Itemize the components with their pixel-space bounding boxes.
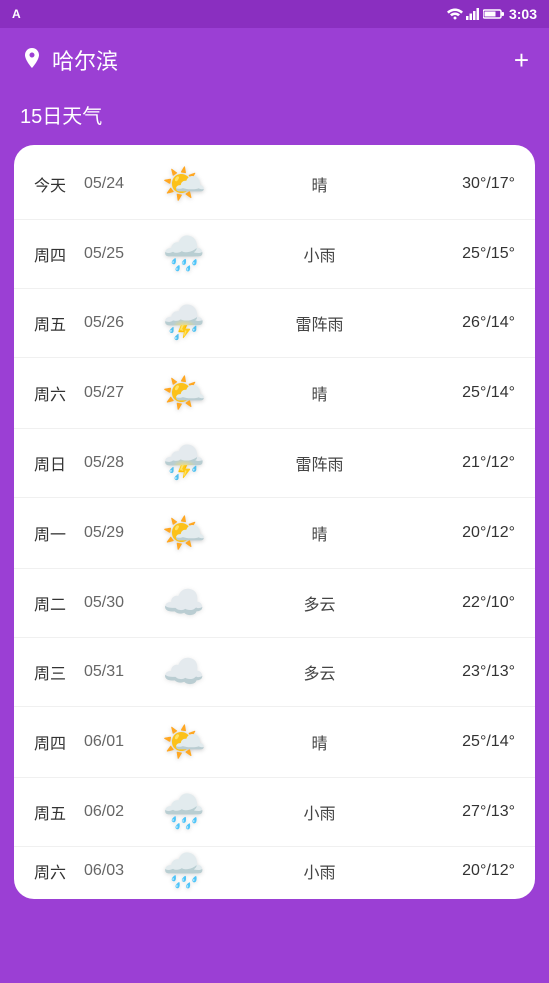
row-day: 周四: [34, 730, 84, 754]
row-weather-icon: 🌤️: [154, 721, 214, 763]
row-date: 05/27: [84, 384, 154, 402]
row-day: 周四: [34, 242, 84, 266]
row-day: 周三: [34, 660, 84, 684]
row-date: 06/03: [84, 862, 154, 880]
row-day: 周二: [34, 591, 84, 615]
row-weather-icon: 🌤️: [154, 512, 214, 554]
row-day: 周日: [34, 451, 84, 475]
row-weather-icon: ⛈️: [154, 443, 214, 483]
row-date: 06/01: [84, 733, 154, 751]
weather-row[interactable]: 周一 05/29 🌤️ 晴 20°/12°: [14, 498, 535, 569]
row-date: 05/28: [84, 454, 154, 472]
row-date: 05/29: [84, 524, 154, 542]
header: 哈尔滨 +: [0, 28, 549, 92]
weather-row[interactable]: 周六 06/03 🌧️ 小雨 20°/12°: [14, 847, 535, 895]
row-temperature: 25°/14°: [425, 733, 515, 751]
location-pin-icon: [20, 48, 44, 72]
row-temperature: 22°/10°: [425, 594, 515, 612]
row-date: 05/31: [84, 663, 154, 681]
row-temperature: 23°/13°: [425, 663, 515, 681]
row-date: 06/02: [84, 803, 154, 821]
row-description: 小雨: [214, 800, 425, 824]
location-display: 哈尔滨: [20, 44, 118, 76]
row-description: 多云: [214, 660, 425, 684]
weather-row[interactable]: 今天 05/24 🌤️ 晴 30°/17°: [14, 149, 535, 220]
row-day: 周六: [34, 859, 84, 883]
row-day: 周五: [34, 311, 84, 335]
row-description: 小雨: [214, 242, 425, 266]
section-title: 15日天气: [0, 92, 549, 145]
row-description: 晴: [214, 730, 425, 754]
battery-icon: [483, 8, 505, 20]
weather-row[interactable]: 周五 05/26 ⛈️ 雷阵雨 26°/14°: [14, 289, 535, 358]
pin-icon: [22, 48, 42, 72]
row-weather-icon: ☁️: [154, 583, 214, 623]
row-description: 晴: [214, 521, 425, 545]
row-day: 周一: [34, 521, 84, 545]
signal-icon: [466, 8, 480, 20]
weather-row[interactable]: 周日 05/28 ⛈️ 雷阵雨 21°/12°: [14, 429, 535, 498]
status-app-label: A: [12, 7, 21, 21]
row-weather-icon: 🌤️: [154, 372, 214, 414]
status-time: 3:03: [509, 6, 537, 22]
row-temperature: 25°/14°: [425, 384, 515, 402]
row-temperature: 30°/17°: [425, 175, 515, 193]
weather-row[interactable]: 周四 05/25 🌧️ 小雨 25°/15°: [14, 220, 535, 289]
city-name: 哈尔滨: [52, 44, 118, 76]
row-temperature: 26°/14°: [425, 314, 515, 332]
row-weather-icon: 🌧️: [154, 851, 214, 891]
row-temperature: 20°/12°: [425, 524, 515, 542]
status-right: 3:03: [447, 6, 537, 22]
row-day: 周六: [34, 381, 84, 405]
weather-row[interactable]: 周六 05/27 🌤️ 晴 25°/14°: [14, 358, 535, 429]
row-temperature: 27°/13°: [425, 803, 515, 821]
row-date: 05/25: [84, 245, 154, 263]
weather-card: 今天 05/24 🌤️ 晴 30°/17° 周四 05/25 🌧️ 小雨 25°…: [14, 145, 535, 899]
row-day: 周五: [34, 800, 84, 824]
row-date: 05/30: [84, 594, 154, 612]
row-description: 小雨: [214, 859, 425, 883]
weather-card-wrap: 今天 05/24 🌤️ 晴 30°/17° 周四 05/25 🌧️ 小雨 25°…: [0, 145, 549, 899]
row-day: 今天: [34, 172, 84, 196]
status-icons: [447, 8, 505, 20]
row-date: 05/24: [84, 175, 154, 193]
weather-row[interactable]: 周三 05/31 ☁️ 多云 23°/13°: [14, 638, 535, 707]
row-weather-icon: ⛈️: [154, 303, 214, 343]
row-description: 雷阵雨: [214, 451, 425, 475]
row-weather-icon: 🌧️: [154, 792, 214, 832]
weather-row[interactable]: 周五 06/02 🌧️ 小雨 27°/13°: [14, 778, 535, 847]
row-weather-icon: ☁️: [154, 652, 214, 692]
weather-row[interactable]: 周二 05/30 ☁️ 多云 22°/10°: [14, 569, 535, 638]
add-city-button[interactable]: +: [514, 45, 529, 76]
row-date: 05/26: [84, 314, 154, 332]
row-description: 多云: [214, 591, 425, 615]
weather-row[interactable]: 周四 06/01 🌤️ 晴 25°/14°: [14, 707, 535, 778]
wifi-icon: [447, 8, 463, 20]
row-temperature: 20°/12°: [425, 862, 515, 880]
row-weather-icon: 🌤️: [154, 163, 214, 205]
row-weather-icon: 🌧️: [154, 234, 214, 274]
status-bar: A 3:03: [0, 0, 549, 28]
row-description: 晴: [214, 381, 425, 405]
row-description: 雷阵雨: [214, 311, 425, 335]
row-description: 晴: [214, 172, 425, 196]
row-temperature: 21°/12°: [425, 454, 515, 472]
row-temperature: 25°/15°: [425, 245, 515, 263]
